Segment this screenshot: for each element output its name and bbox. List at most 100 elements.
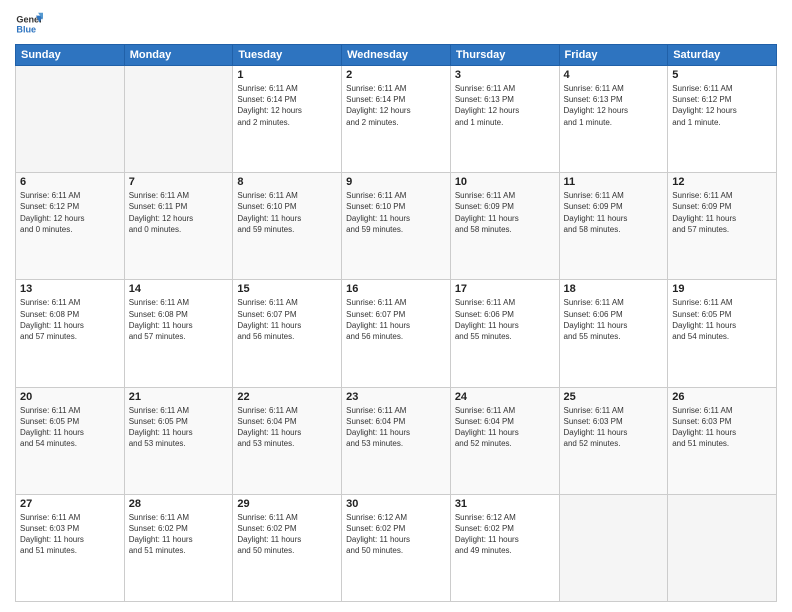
day-number: 2 [346,69,446,81]
day-number: 3 [455,69,555,81]
day-number: 25 [564,391,664,403]
day-number: 4 [564,69,664,81]
logo: General Blue [15,10,43,38]
calendar-cell [668,494,777,601]
calendar-cell: 19 Sunrise: 6:11 AM Sunset: 6:05 PM Dayli… [668,280,777,387]
week-row-2: 6 Sunrise: 6:11 AM Sunset: 6:12 PM Daylig… [16,173,777,280]
day-info: Sunrise: 6:12 AM Sunset: 6:02 PM Dayligh… [346,512,446,557]
calendar-cell: 4Sunrise: 6:11 AM Sunset: 6:13 PM Daylig… [559,66,668,173]
calendar-cell: 9 Sunrise: 6:11 AM Sunset: 6:10 PM Daylig… [342,173,451,280]
day-info: Sunrise: 6:11 AM Sunset: 6:07 PM Dayligh… [237,297,337,342]
calendar-cell: 12Sunrise: 6:11 AM Sunset: 6:09 PM Dayli… [668,173,777,280]
day-number: 16 [346,283,446,295]
calendar-cell: 8Sunrise: 6:11 AM Sunset: 6:10 PM Daylig… [233,173,342,280]
week-row-5: 27 Sunrise: 6:11 AM Sunset: 6:03 PM Dayli… [16,494,777,601]
day-number: 12 [672,176,772,188]
calendar-cell: 27 Sunrise: 6:11 AM Sunset: 6:03 PM Dayli… [16,494,125,601]
calendar-cell: 10 Sunrise: 6:11 AM Sunset: 6:09 PM Dayli… [450,173,559,280]
week-row-3: 13 Sunrise: 6:11 AM Sunset: 6:08 PM Dayli… [16,280,777,387]
day-info: Sunrise: 6:11 AM Sunset: 6:09 PM Dayligh… [564,190,664,235]
calendar-table: SundayMondayTuesdayWednesdayThursdayFrid… [15,44,777,602]
day-number: 10 [455,176,555,188]
day-info: Sunrise: 6:11 AM Sunset: 6:08 PM Dayligh… [129,297,229,342]
svg-text:Blue: Blue [16,24,36,34]
calendar-cell: 14 Sunrise: 6:11 AM Sunset: 6:08 PM Dayli… [124,280,233,387]
day-number: 27 [20,498,120,510]
day-number: 31 [455,498,555,510]
calendar-cell: 5Sunrise: 6:11 AM Sunset: 6:12 PM Daylig… [668,66,777,173]
day-info: Sunrise: 6:11 AM Sunset: 6:02 PM Dayligh… [129,512,229,557]
day-number: 9 [346,176,446,188]
calendar-cell: 2 Sunrise: 6:11 AM Sunset: 6:14 PM Daylig… [342,66,451,173]
calendar-cell: 3Sunrise: 6:11 AM Sunset: 6:13 PM Daylig… [450,66,559,173]
calendar-cell [559,494,668,601]
day-info: Sunrise: 6:11 AM Sunset: 6:03 PM Dayligh… [564,405,664,450]
calendar-cell: 18 Sunrise: 6:11 AM Sunset: 6:06 PM Dayli… [559,280,668,387]
calendar-cell: 24 Sunrise: 6:11 AM Sunset: 6:04 PM Dayli… [450,387,559,494]
day-info: Sunrise: 6:11 AM Sunset: 6:14 PM Dayligh… [237,83,337,128]
header: General Blue [15,10,777,38]
calendar-cell: 29 Sunrise: 6:11 AM Sunset: 6:02 PM Dayli… [233,494,342,601]
calendar-cell: 23 Sunrise: 6:11 AM Sunset: 6:04 PM Dayli… [342,387,451,494]
calendar-cell: 22 Sunrise: 6:11 AM Sunset: 6:04 PM Dayli… [233,387,342,494]
calendar-cell: 20Sunrise: 6:11 AM Sunset: 6:05 PM Dayli… [16,387,125,494]
day-number: 11 [564,176,664,188]
day-number: 20 [20,391,120,403]
day-info: Sunrise: 6:11 AM Sunset: 6:02 PM Dayligh… [237,512,337,557]
day-info: Sunrise: 6:11 AM Sunset: 6:03 PM Dayligh… [20,512,120,557]
day-info: Sunrise: 6:11 AM Sunset: 6:05 PM Dayligh… [129,405,229,450]
day-number: 29 [237,498,337,510]
week-row-4: 20 Sunrise: 6:11 AM Sunset: 6:05 PM Dayli… [16,387,777,494]
day-info: Sunrise: 6:11 AM Sunset: 6:04 PM Dayligh… [455,405,555,450]
page: General Blue SundayMondayTuesdayWednesda… [0,0,792,612]
day-info: Sunrise: 6:11 AM Sunset: 6:14 PM Dayligh… [346,83,446,128]
calendar-cell: 13Sunrise: 6:11 AM Sunset: 6:08 PM Dayli… [16,280,125,387]
day-info: Sunrise: 6:11 AM Sunset: 6:03 PM Dayligh… [672,405,772,450]
day-number: 7 [129,176,229,188]
day-number: 23 [346,391,446,403]
calendar-cell: 17Sunrise: 6:11 AM Sunset: 6:06 PM Dayli… [450,280,559,387]
day-info: Sunrise: 6:11 AM Sunset: 6:06 PM Dayligh… [455,297,555,342]
day-info: Sunrise: 6:11 AM Sunset: 6:10 PM Dayligh… [237,190,337,235]
day-info: Sunrise: 6:11 AM Sunset: 6:06 PM Dayligh… [564,297,664,342]
day-info: Sunrise: 6:11 AM Sunset: 6:07 PM Dayligh… [346,297,446,342]
logo-icon: General Blue [15,10,43,38]
calendar-cell: 1 Sunrise: 6:11 AM Sunset: 6:14 PM Daylig… [233,66,342,173]
day-info: Sunrise: 6:12 AM Sunset: 6:02 PM Dayligh… [455,512,555,557]
day-number: 18 [564,283,664,295]
day-number: 30 [346,498,446,510]
calendar-cell: 25 Sunrise: 6:11 AM Sunset: 6:03 PM Dayli… [559,387,668,494]
day-info: Sunrise: 6:11 AM Sunset: 6:04 PM Dayligh… [237,405,337,450]
weekday-header-monday: Monday [124,45,233,66]
day-info: Sunrise: 6:11 AM Sunset: 6:12 PM Dayligh… [20,190,120,235]
day-number: 1 [237,69,337,81]
day-number: 19 [672,283,772,295]
day-number: 5 [672,69,772,81]
day-number: 22 [237,391,337,403]
weekday-header-wednesday: Wednesday [342,45,451,66]
weekday-header-tuesday: Tuesday [233,45,342,66]
weekday-header-friday: Friday [559,45,668,66]
calendar-cell: 31 Sunrise: 6:12 AM Sunset: 6:02 PM Dayli… [450,494,559,601]
day-number: 24 [455,391,555,403]
weekday-header-thursday: Thursday [450,45,559,66]
day-number: 14 [129,283,229,295]
calendar-cell: 26 Sunrise: 6:11 AM Sunset: 6:03 PM Dayli… [668,387,777,494]
day-info: Sunrise: 6:11 AM Sunset: 6:11 PM Dayligh… [129,190,229,235]
day-number: 13 [20,283,120,295]
calendar-cell: 11 Sunrise: 6:11 AM Sunset: 6:09 PM Dayli… [559,173,668,280]
day-info: Sunrise: 6:11 AM Sunset: 6:04 PM Dayligh… [346,405,446,450]
calendar-cell: 28Sunrise: 6:11 AM Sunset: 6:02 PM Dayli… [124,494,233,601]
day-number: 15 [237,283,337,295]
week-row-1: 1 Sunrise: 6:11 AM Sunset: 6:14 PM Daylig… [16,66,777,173]
calendar-cell: 6 Sunrise: 6:11 AM Sunset: 6:12 PM Daylig… [16,173,125,280]
day-number: 6 [20,176,120,188]
day-info: Sunrise: 6:11 AM Sunset: 6:10 PM Dayligh… [346,190,446,235]
calendar-cell: 16 Sunrise: 6:11 AM Sunset: 6:07 PM Dayli… [342,280,451,387]
day-info: Sunrise: 6:11 AM Sunset: 6:09 PM Dayligh… [455,190,555,235]
calendar-cell: 21 Sunrise: 6:11 AM Sunset: 6:05 PM Dayli… [124,387,233,494]
day-number: 21 [129,391,229,403]
day-info: Sunrise: 6:11 AM Sunset: 6:05 PM Dayligh… [672,297,772,342]
day-number: 26 [672,391,772,403]
calendar-cell: 15 Sunrise: 6:11 AM Sunset: 6:07 PM Dayli… [233,280,342,387]
